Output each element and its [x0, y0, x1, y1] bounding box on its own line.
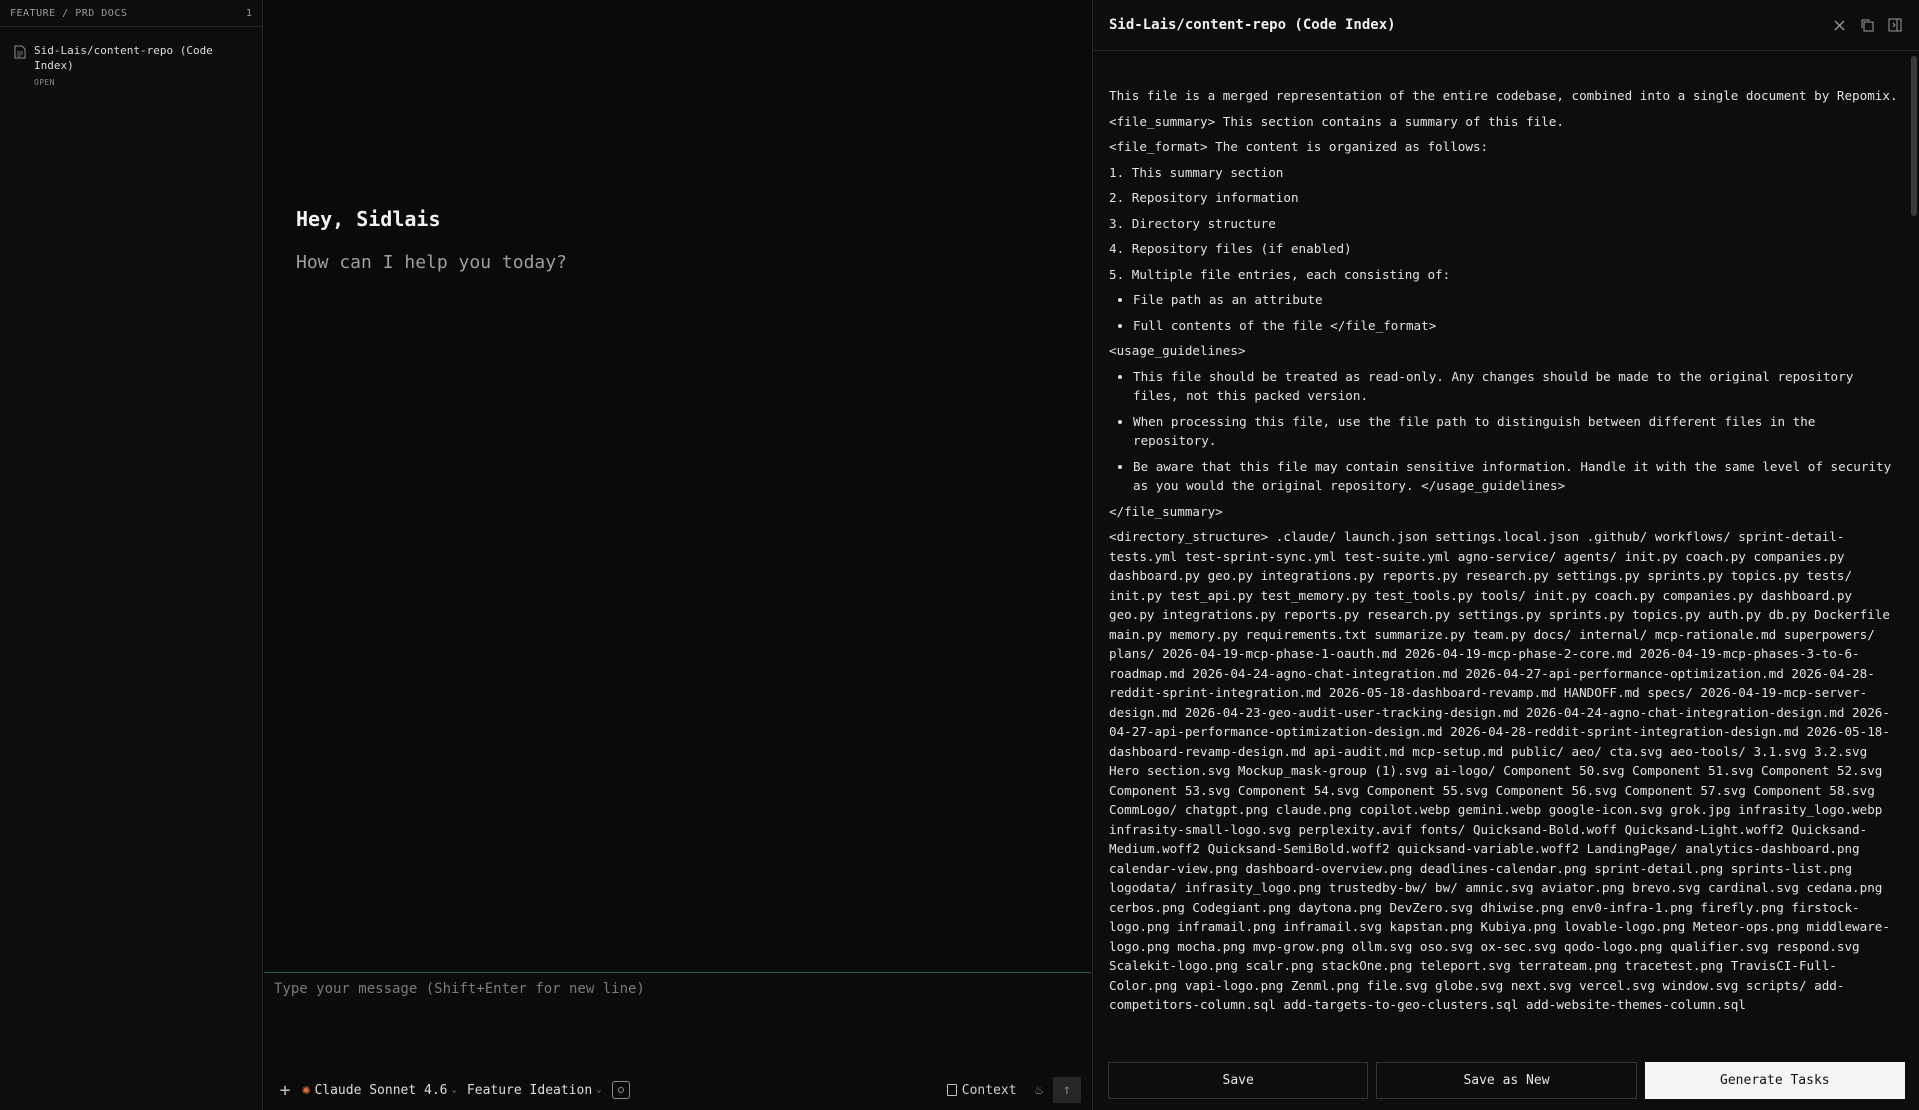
greeting-subtitle: How can I help you today? — [296, 252, 567, 273]
close-icon[interactable] — [1831, 17, 1847, 33]
list-item: 4. Repository files (if enabled) — [1109, 241, 1352, 256]
format-numbered-list: 1. This summary section 2. Repository in… — [1109, 163, 1899, 285]
agent-icon[interactable]: ♨ — [1035, 1082, 1043, 1098]
document-title: Sid-Lais/content-repo (Code Index) — [1109, 17, 1396, 33]
usage-bullet-list: This file should be treated as read-only… — [1109, 367, 1899, 496]
claude-spark-icon: ✺ — [302, 1082, 311, 1098]
directory-structure: <directory_structure> .claude/ launch.js… — [1109, 529, 1890, 1012]
doc-item-name: Sid-Lais/content-repo (Code Index) — [34, 44, 213, 72]
send-button[interactable]: ↑ — [1053, 1077, 1081, 1103]
list-item: When processing this file, use the file … — [1133, 412, 1899, 451]
screenshot-capture-icon[interactable] — [611, 1081, 630, 1099]
doc-item-status: OPEN — [34, 78, 55, 87]
composer-toolbar: + ✺ Claude Sonnet 4.6 ⌄ Feature Ideation… — [264, 1076, 1091, 1104]
message-composer: + ✺ Claude Sonnet 4.6 ⌄ Feature Ideation… — [264, 972, 1091, 1110]
sidebar-header: FEATURE / PRD DOCS 1 — [0, 0, 262, 27]
document-content: This file is a merged representation of … — [1109, 86, 1899, 1052]
document-header: Sid-Lais/content-repo (Code Index) — [1093, 0, 1919, 51]
arrow-up-icon: ↑ — [1062, 1082, 1072, 1098]
chevron-down-icon: ⌄ — [596, 1085, 602, 1095]
context-button[interactable]: Context — [946, 1082, 1017, 1098]
copy-icon[interactable] — [1859, 17, 1875, 33]
generate-tasks-button[interactable]: Generate Tasks — [1644, 1061, 1905, 1099]
list-item: 2. Repository information — [1109, 190, 1299, 205]
list-item: This file should be treated as read-only… — [1133, 367, 1899, 406]
sidebar-count: 1 — [245, 7, 252, 19]
mode-selector[interactable]: Feature Ideation ⌄ — [467, 1083, 602, 1098]
doc-format-line: <file_format> The content is organized a… — [1109, 139, 1489, 154]
list-item: Full contents of the file </file_format> — [1133, 316, 1899, 336]
list-item: 1. This summary section — [1109, 164, 1284, 180]
file-icon — [946, 1084, 957, 1096]
format-bullet-list: File path as an attribute Full contents … — [1109, 290, 1899, 335]
list-item: 5. Multiple file entries, each consistin… — [1109, 266, 1451, 282]
save-button[interactable]: Save — [1108, 1061, 1369, 1099]
document-pane: Sid-Lais/content-repo (Code Index) This … — [1092, 0, 1919, 1110]
chevron-down-icon: ⌄ — [451, 1085, 457, 1095]
model-label: Claude Sonnet 4.6 — [314, 1082, 448, 1098]
document-footer: Save Save as New Generate Tasks — [1093, 1050, 1919, 1110]
doc-usage-line: <usage_guidelines> — [1109, 343, 1246, 358]
list-item: Be aware that this file may contain sens… — [1133, 457, 1899, 496]
message-input[interactable] — [274, 981, 1074, 1041]
sidebar-doc-item[interactable]: Sid-Lais/content-repo (Code Index) OPEN — [0, 27, 262, 87]
mode-label: Feature Ideation — [466, 1082, 593, 1098]
list-item: File path as an attribute — [1133, 290, 1899, 310]
doc-summary-line: <file_summary> This section contains a s… — [1109, 113, 1564, 129]
doc-intro: This file is a merged representation of … — [1109, 88, 1898, 103]
add-attachment-button[interactable]: + — [274, 1080, 296, 1101]
greeting-heading: Hey, Sidlais — [296, 207, 441, 231]
doc-summary-close: </file_summary> — [1109, 503, 1223, 519]
scrollbar-thumb[interactable] — [1911, 56, 1917, 216]
docs-sidebar: FEATURE / PRD DOCS 1 Sid-Lais/content-re… — [0, 0, 263, 1110]
save-as-new-button[interactable]: Save as New — [1376, 1061, 1637, 1099]
sidebar-title: FEATURE / PRD DOCS — [10, 7, 128, 19]
list-item: 3. Directory structure — [1109, 215, 1276, 231]
model-selector[interactable]: ✺ Claude Sonnet 4.6 ⌄ — [302, 1082, 457, 1098]
chat-pane: Hey, Sidlais How can I help you today? +… — [264, 0, 1091, 1110]
collapse-panel-icon[interactable] — [1887, 17, 1903, 33]
document-icon — [14, 45, 26, 59]
context-label: Context — [961, 1082, 1017, 1098]
